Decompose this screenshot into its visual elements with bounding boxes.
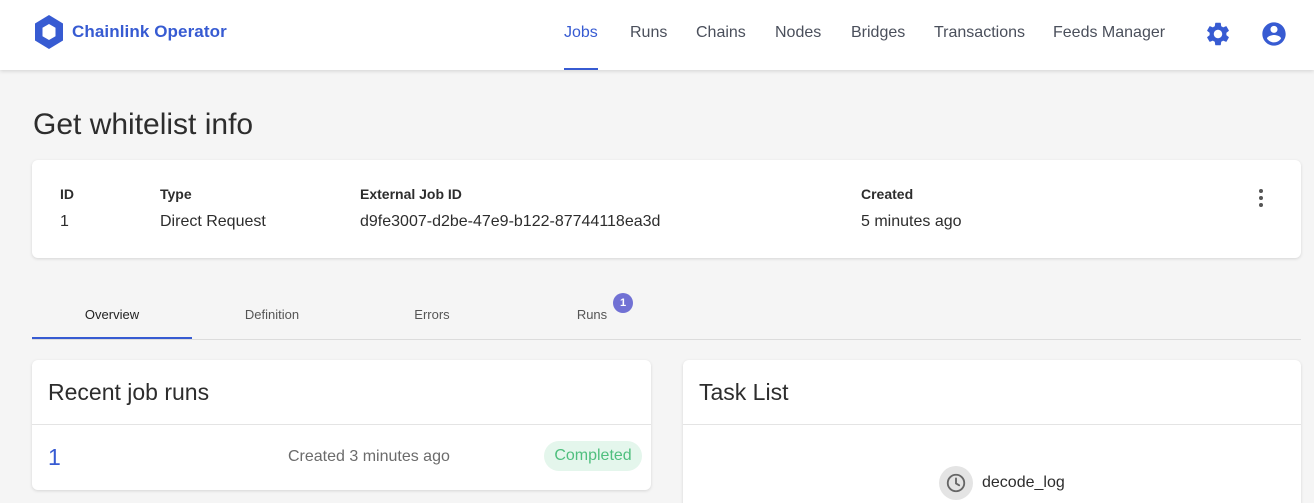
nav-item-bridges[interactable]: Bridges — [851, 24, 905, 42]
status-badge: Completed — [544, 441, 642, 471]
external-job-id-value: d9fe3007-d2be-47e9-b122-87744118ea3d — [360, 213, 661, 230]
external-job-id-field: External Job ID d9fe3007-d2be-47e9-b122-… — [360, 186, 660, 231]
tab-active-indicator — [32, 337, 192, 339]
clock-icon — [939, 466, 973, 500]
page-title: Get whitelist info — [33, 108, 254, 141]
recent-job-runs-card: Recent job runs 1 Created 3 minutes ago … — [32, 360, 651, 490]
job-info-card: ID 1 Type Direct Request External Job ID… — [32, 160, 1301, 258]
nav-item-feeds-manager[interactable]: Feeds Manager — [1053, 24, 1165, 42]
run-id-link[interactable]: 1 — [48, 444, 61, 471]
brand-name: Chainlink Operator — [72, 22, 227, 41]
job-id-value: 1 — [60, 213, 69, 230]
job-type-label: Type — [160, 186, 192, 202]
job-type-value: Direct Request — [160, 213, 266, 230]
runs-count-badge: 1 — [613, 293, 633, 313]
external-job-id-label: External Job ID — [360, 186, 462, 202]
divider — [683, 424, 1301, 425]
chainlink-logo-icon — [35, 15, 63, 49]
job-id-label: ID — [60, 186, 74, 202]
brand[interactable]: Chainlink Operator — [33, 14, 227, 50]
tab-overview[interactable]: Overview — [32, 290, 192, 339]
account-circle-icon[interactable] — [1260, 20, 1288, 48]
job-id-field: ID 1 — [60, 186, 74, 231]
gear-icon[interactable] — [1204, 20, 1232, 48]
task-name: decode_log — [982, 474, 1065, 491]
nav-active-indicator — [564, 68, 598, 70]
more-vert-icon[interactable] — [1255, 188, 1267, 208]
job-created-value: 5 minutes ago — [861, 213, 962, 230]
top-app-bar: Chainlink Operator Jobs Runs Chains Node… — [0, 0, 1314, 70]
divider — [32, 424, 651, 425]
nav-item-jobs[interactable]: Jobs — [564, 24, 598, 42]
nav-item-nodes[interactable]: Nodes — [775, 24, 821, 42]
job-created-label: Created — [861, 186, 914, 202]
job-type-field: Type Direct Request — [160, 186, 266, 231]
nav-item-transactions[interactable]: Transactions — [934, 24, 1025, 42]
run-created-text: Created 3 minutes ago — [288, 448, 450, 465]
recent-job-runs-title: Recent job runs — [48, 379, 210, 405]
task-list-card: Task List decode_log — [683, 360, 1301, 503]
tab-runs[interactable]: Runs — [512, 290, 672, 339]
job-tabs: Overview Definition Errors Runs 1 — [32, 290, 1301, 340]
nav-item-chains[interactable]: Chains — [696, 24, 746, 42]
job-created-field: Created 5 minutes ago — [861, 186, 962, 231]
tab-errors[interactable]: Errors — [352, 290, 512, 339]
task-node[interactable]: decode_log — [939, 466, 1065, 500]
nav-item-runs[interactable]: Runs — [630, 24, 667, 42]
tab-definition[interactable]: Definition — [192, 290, 352, 339]
task-list-title: Task List — [699, 379, 789, 405]
